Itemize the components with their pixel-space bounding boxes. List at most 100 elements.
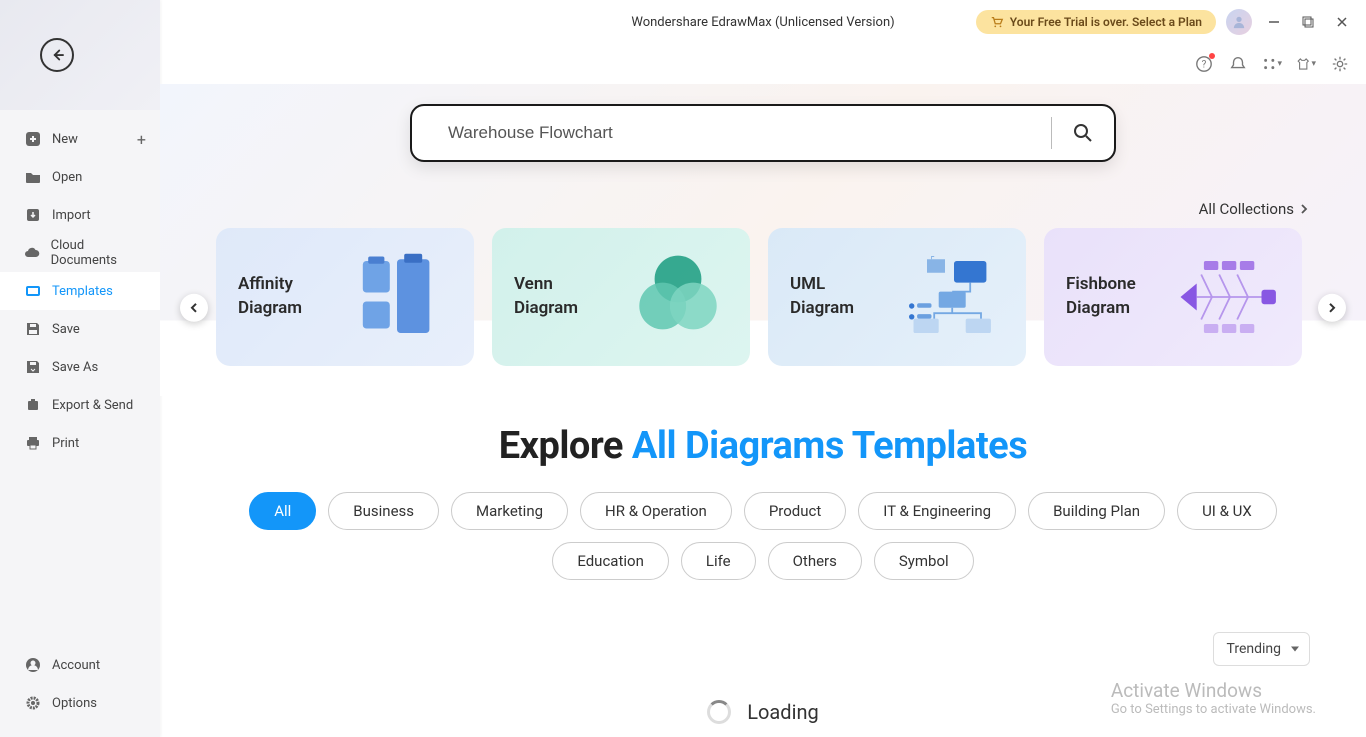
sidebar-bottom: Account Options xyxy=(0,646,160,737)
uml-illus-icon xyxy=(904,252,1004,342)
cloud-icon xyxy=(24,244,41,262)
pill-all[interactable]: All xyxy=(249,492,316,530)
apps-icon[interactable]: ▾ xyxy=(1262,54,1282,74)
back-button[interactable] xyxy=(40,38,74,72)
minimize-button[interactable] xyxy=(1262,10,1286,34)
sidebar-item-label: Import xyxy=(52,208,91,223)
cards-next-button[interactable] xyxy=(1318,294,1346,322)
cards: AffinityDiagram VennDiagram UMLDiagram xyxy=(216,228,1310,366)
folder-icon xyxy=(24,168,42,186)
search-box xyxy=(410,104,1116,162)
plus-square-icon xyxy=(24,130,42,148)
help-icon[interactable]: ? xyxy=(1194,54,1214,74)
sidebar-item-label: Cloud Documents xyxy=(51,238,146,268)
category-pills: All Business Marketing HR & Operation Pr… xyxy=(216,492,1310,580)
loading-text: Loading xyxy=(747,700,818,724)
sidebar-item-label: Export & Send xyxy=(52,398,133,413)
export-icon xyxy=(24,396,42,414)
gear-icon xyxy=(24,694,42,712)
sort-select[interactable]: Trending xyxy=(1213,632,1310,666)
card-affinity[interactable]: AffinityDiagram xyxy=(216,228,474,366)
sidebar-item-account[interactable]: Account xyxy=(0,646,160,684)
card-venn[interactable]: VennDiagram xyxy=(492,228,750,366)
search-icon xyxy=(1073,123,1093,143)
sidebar: New + Open Import Cloud Documents Templa… xyxy=(0,0,160,737)
sidebar-item-options[interactable]: Options xyxy=(0,684,160,722)
svg-text:?: ? xyxy=(1202,60,1207,71)
sidebar-item-saveas[interactable]: Save As xyxy=(0,348,160,386)
pill-symbol[interactable]: Symbol xyxy=(874,542,974,580)
pill-product[interactable]: Product xyxy=(744,492,846,530)
sidebar-header xyxy=(0,0,160,110)
trial-banner[interactable]: Your Free Trial is over. Select a Plan xyxy=(976,10,1216,34)
chevron-right-icon xyxy=(1298,203,1310,215)
cards-wrap: AffinityDiagram VennDiagram UMLDiagram xyxy=(160,228,1366,396)
sidebar-item-open[interactable]: Open xyxy=(0,158,160,196)
cart-icon xyxy=(990,15,1004,29)
fishbone-illus-icon xyxy=(1180,252,1280,342)
explore-section: Explore All Diagrams Templates All Busin… xyxy=(160,396,1366,608)
bell-icon[interactable] xyxy=(1228,54,1248,74)
secondary-toolbar: ? ▾ ▾ xyxy=(160,44,1366,84)
sidebar-item-label: Options xyxy=(52,696,97,711)
avatar[interactable] xyxy=(1226,9,1252,35)
card-title: FishboneDiagram xyxy=(1066,273,1136,321)
card-uml[interactable]: UMLDiagram xyxy=(768,228,1026,366)
sort-row: Trending xyxy=(160,608,1366,666)
sidebar-item-label: Save xyxy=(52,322,80,337)
pill-business[interactable]: Business xyxy=(328,492,439,530)
pill-marketing[interactable]: Marketing xyxy=(451,492,568,530)
sidebar-item-label: Save As xyxy=(52,360,98,375)
pill-life[interactable]: Life xyxy=(681,542,756,580)
app-title: Wondershare EdrawMax (Unlicensed Version… xyxy=(631,15,894,30)
settings-icon[interactable] xyxy=(1330,54,1350,74)
arrow-left-icon xyxy=(48,46,66,64)
pill-uiux[interactable]: UI & UX xyxy=(1177,492,1277,530)
shirt-icon[interactable]: ▾ xyxy=(1296,54,1316,74)
sidebar-item-print[interactable]: Print xyxy=(0,424,160,462)
sidebar-item-label: New xyxy=(52,132,78,147)
all-collections-link[interactable]: All Collections xyxy=(1199,200,1310,218)
sidebar-item-save[interactable]: Save xyxy=(0,310,160,348)
search-button[interactable] xyxy=(1052,123,1114,143)
import-icon xyxy=(24,206,42,224)
card-title: VennDiagram xyxy=(514,273,578,321)
add-icon[interactable]: + xyxy=(137,130,146,149)
affinity-illus-icon xyxy=(352,252,452,342)
hero: All Collections AffinityDiagram VennDiag… xyxy=(160,84,1366,396)
sidebar-item-label: Open xyxy=(52,170,82,185)
explore-heading: Explore All Diagrams Templates xyxy=(216,424,1310,468)
cards-prev-button[interactable] xyxy=(180,294,208,322)
watermark-title: Activate Windows xyxy=(1111,679,1316,702)
avatar-icon xyxy=(1232,15,1246,29)
card-fishbone[interactable]: FishboneDiagram xyxy=(1044,228,1302,366)
user-icon xyxy=(24,656,42,674)
pill-education[interactable]: Education xyxy=(552,542,669,580)
card-title: AffinityDiagram xyxy=(238,273,302,321)
sidebar-item-label: Print xyxy=(52,436,79,451)
search-input[interactable] xyxy=(448,123,1051,143)
sidebar-item-import[interactable]: Import xyxy=(0,196,160,234)
titlebar: Wondershare EdrawMax (Unlicensed Version… xyxy=(160,0,1366,44)
save-icon xyxy=(24,320,42,338)
main: Wondershare EdrawMax (Unlicensed Version… xyxy=(160,0,1366,737)
sidebar-item-templates[interactable]: Templates xyxy=(0,272,160,310)
sidebar-item-new[interactable]: New + xyxy=(0,120,160,158)
print-icon xyxy=(24,434,42,452)
pill-building[interactable]: Building Plan xyxy=(1028,492,1165,530)
maximize-button[interactable] xyxy=(1296,10,1320,34)
explore-heading-dark: Explore xyxy=(499,424,632,468)
sidebar-item-export[interactable]: Export & Send xyxy=(0,386,160,424)
card-title: UMLDiagram xyxy=(790,273,854,321)
pill-hr[interactable]: HR & Operation xyxy=(580,492,732,530)
windows-watermark: Activate Windows Go to Settings to activ… xyxy=(1111,679,1316,717)
all-collections-label: All Collections xyxy=(1199,200,1294,218)
pill-others[interactable]: Others xyxy=(768,542,862,580)
pill-it[interactable]: IT & Engineering xyxy=(858,492,1016,530)
trial-banner-text: Your Free Trial is over. Select a Plan xyxy=(1010,15,1202,29)
spinner-icon xyxy=(707,700,731,724)
explore-heading-blue: All Diagrams Templates xyxy=(632,424,1027,468)
sidebar-menu: New + Open Import Cloud Documents Templa… xyxy=(0,110,160,462)
sidebar-item-cloud[interactable]: Cloud Documents xyxy=(0,234,160,272)
close-button[interactable] xyxy=(1330,10,1354,34)
